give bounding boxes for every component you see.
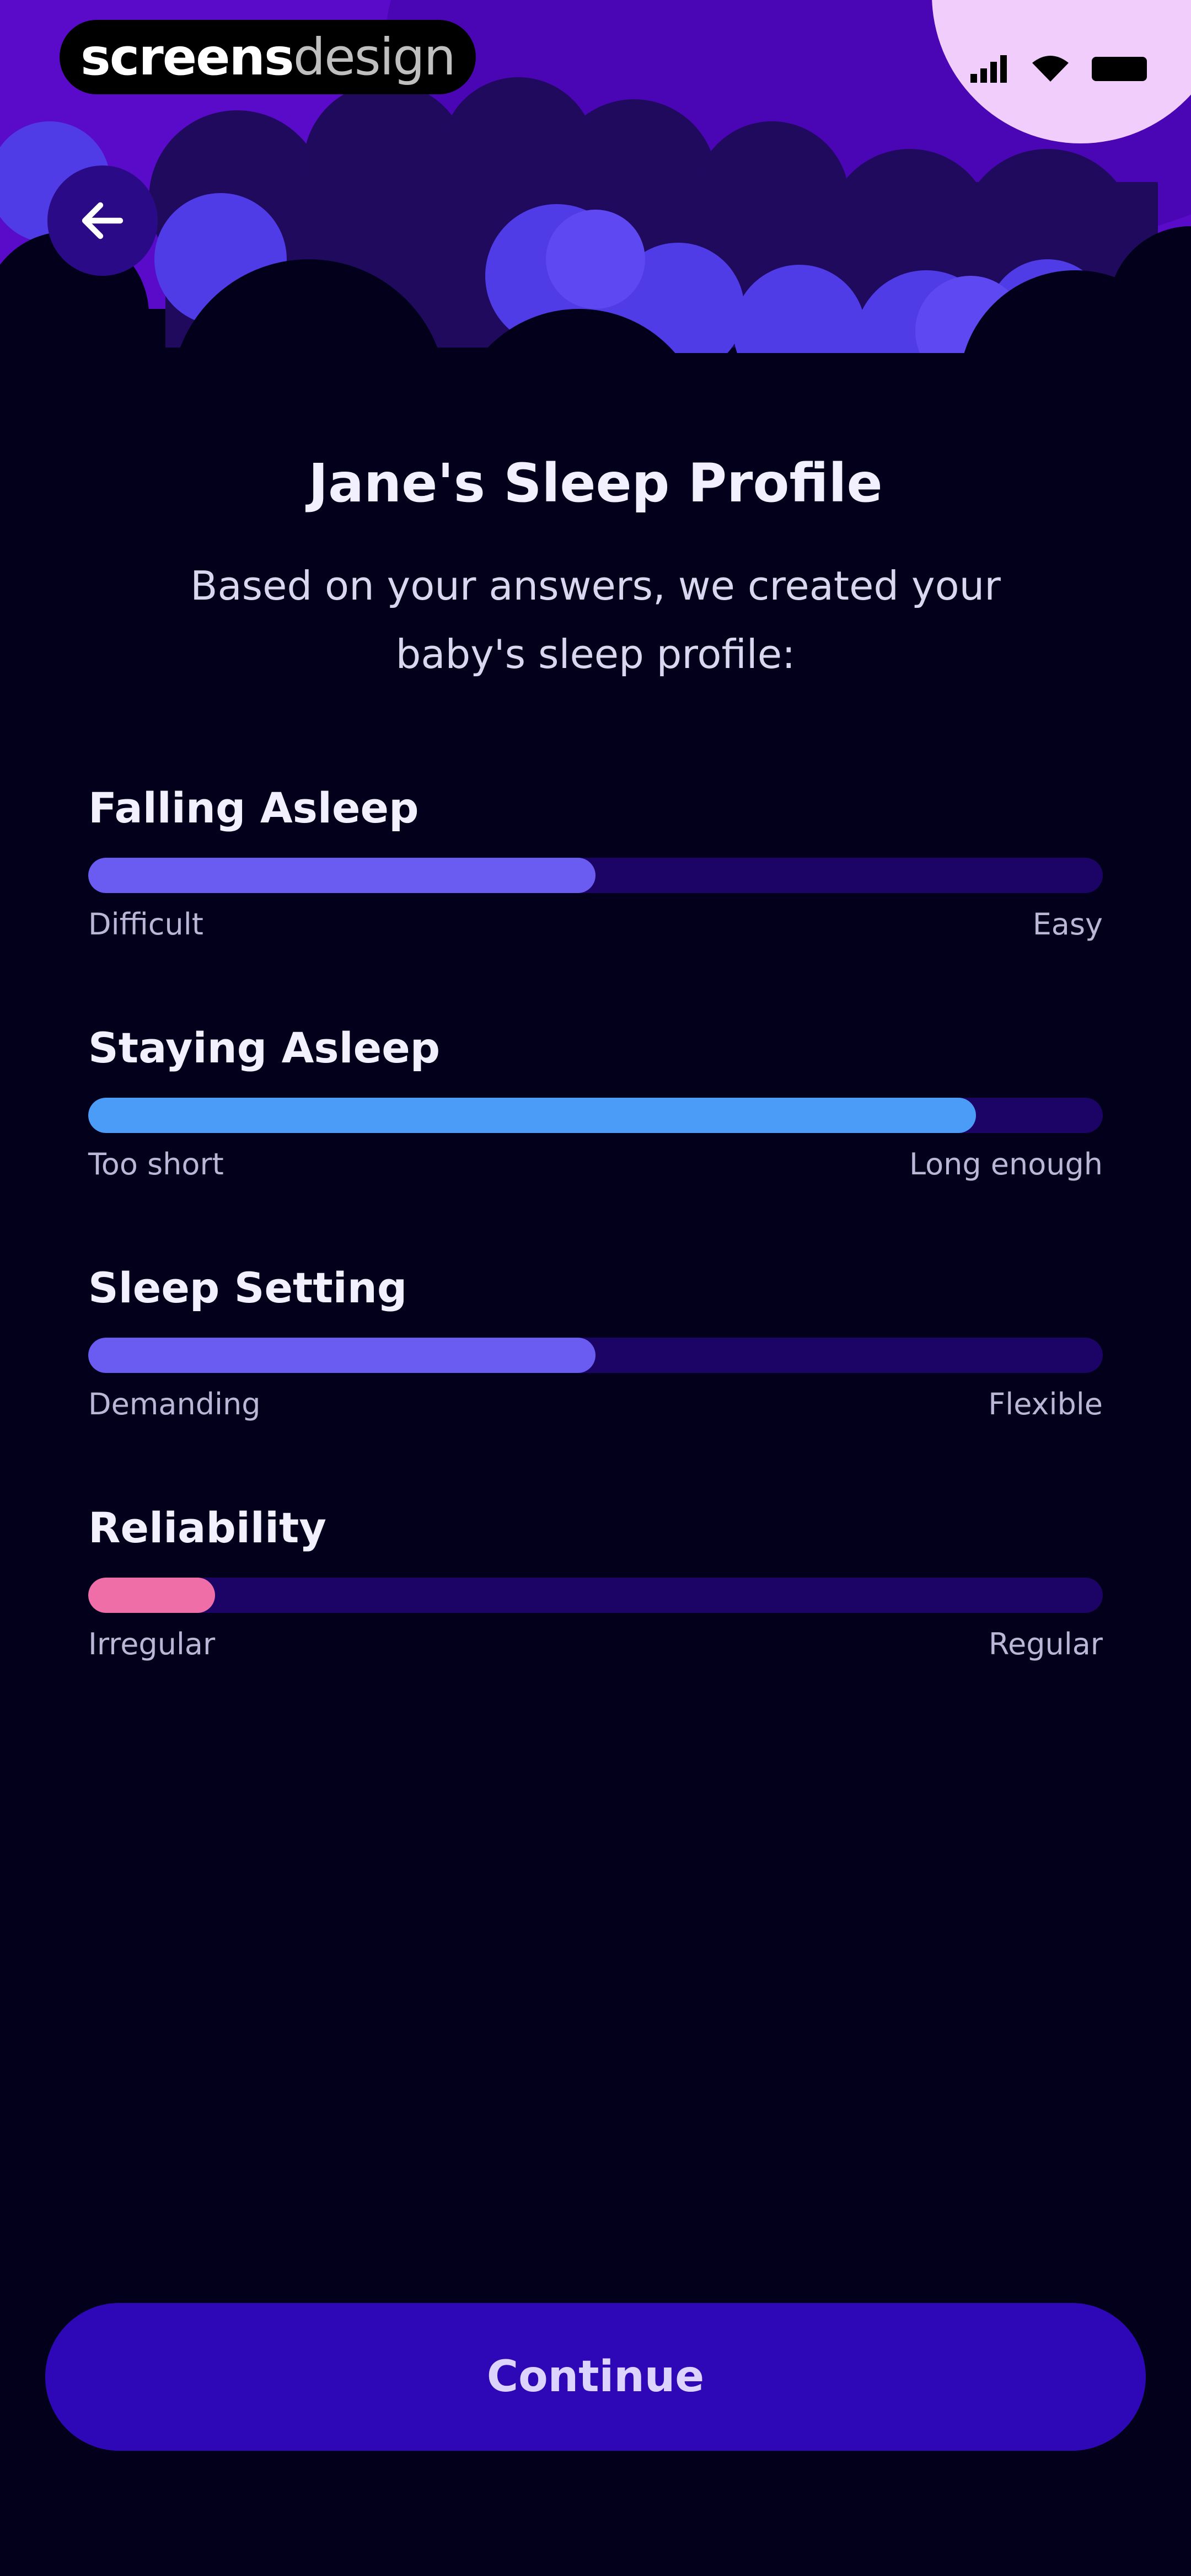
metric-track <box>88 1338 1103 1373</box>
wifi-icon <box>1032 56 1069 82</box>
metric-label: Staying Asleep <box>88 1023 441 1072</box>
metric-fill <box>88 1338 596 1373</box>
metric-label: Falling Asleep <box>88 783 419 832</box>
battery-icon <box>1092 57 1147 81</box>
metric-falling-asleep: Falling Asleep Difficult Easy <box>88 781 1103 944</box>
brand-part-2: design <box>293 28 456 87</box>
metric-staying-asleep: Staying Asleep Too short Long enough <box>88 1020 1103 1184</box>
arrow-left-icon <box>82 202 124 239</box>
metric-max-label: Long enough <box>909 1147 1103 1182</box>
metric-track <box>88 1098 1103 1133</box>
metric-track <box>88 858 1103 893</box>
metric-label: Sleep Setting <box>88 1263 407 1312</box>
metric-min-label: Difficult <box>88 907 203 942</box>
back-button[interactable] <box>47 165 158 276</box>
metric-fill <box>88 858 596 893</box>
metric-max-label: Flexible <box>988 1387 1103 1421</box>
metric-min-label: Irregular <box>88 1627 216 1661</box>
page-title: Jane's Sleep Profile <box>308 452 883 514</box>
signal-icon <box>970 55 1007 83</box>
metric-label: Reliability <box>88 1503 326 1552</box>
status-bar <box>970 55 1147 83</box>
brand-part-1: screens <box>81 28 294 87</box>
metric-sleep-setting: Sleep Setting Demanding Flexible <box>88 1260 1103 1424</box>
metric-track <box>88 1578 1103 1613</box>
metric-max-label: Regular <box>988 1627 1103 1661</box>
metric-fill <box>88 1578 215 1613</box>
continue-button[interactable]: Continue <box>45 2303 1146 2451</box>
metric-reliability: Reliability Irregular Regular <box>88 1500 1103 1664</box>
page-subtitle: Based on your answers, we created your b… <box>190 563 1001 677</box>
metric-max-label: Easy <box>1032 907 1103 942</box>
sleep-profile-screen: screens design Jane's Sleep Profile Based… <box>0 0 1191 2576</box>
metric-min-label: Too short <box>88 1147 224 1182</box>
metric-min-label: Demanding <box>88 1387 261 1421</box>
brand-watermark: screens design <box>60 20 476 94</box>
metric-fill <box>88 1098 976 1133</box>
